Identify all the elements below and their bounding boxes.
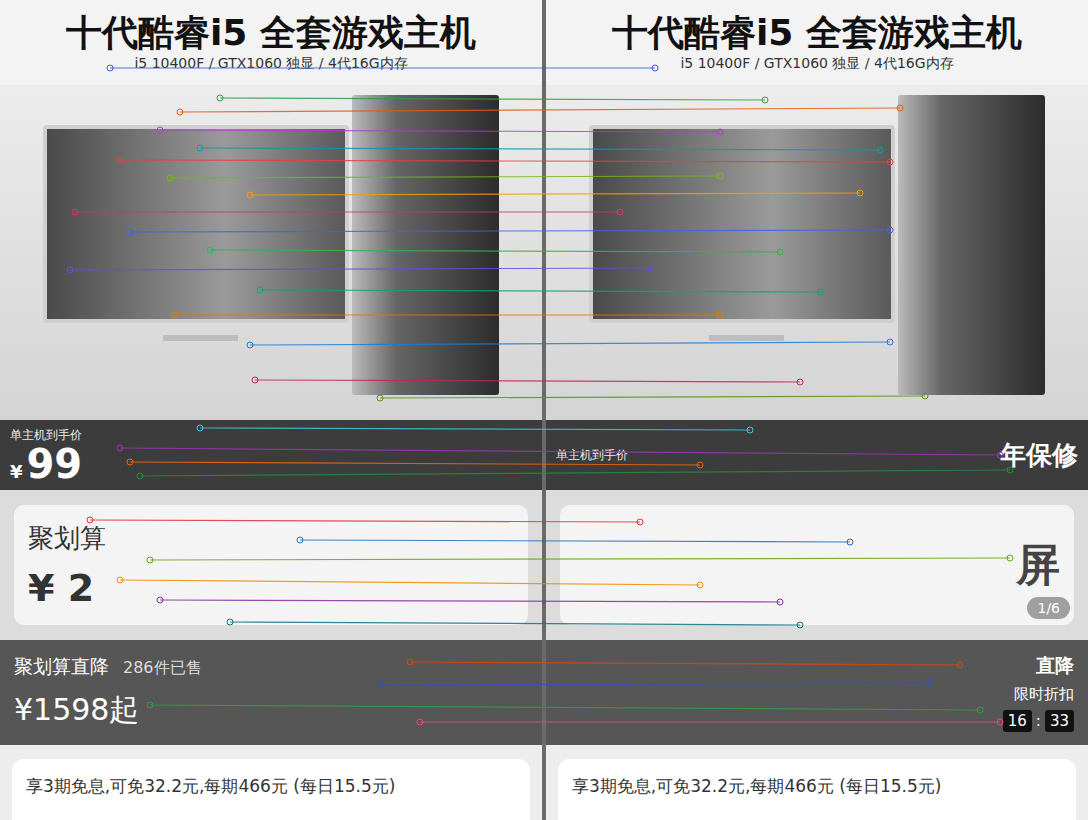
- price-value: ¥99: [10, 444, 82, 484]
- tower-shape: [898, 95, 1044, 395]
- match-line: [252, 377, 803, 385]
- price-group: 单主机到手价¥99: [10, 427, 82, 484]
- product-title: 十代酷睿i5 全套游戏主机: [66, 12, 476, 53]
- price-strip: 单主机到手价 年保修: [546, 420, 1088, 490]
- discount-label: 限时折扣: [1014, 685, 1074, 704]
- installment-card[interactable]: 享3期免息,可免32.2元,每期466元 (每日15.5元): [12, 759, 530, 820]
- price-label: 单主机到手价: [10, 427, 82, 444]
- warranty-text: 年保修: [1000, 438, 1078, 473]
- promo-price: ¥ 2: [28, 566, 106, 610]
- match-line: [247, 339, 893, 348]
- match-line: [197, 425, 753, 433]
- match-line: [72, 209, 623, 215]
- deal-left: 聚划算直降 286件已售 ¥1598起: [14, 654, 202, 731]
- comparison-view: 十代酷睿i5 全套游戏主机 i5 10400F / GTX1060 独显 / 4代…: [0, 0, 1088, 820]
- match-line: [67, 265, 653, 273]
- deal-bar: 直降限时折扣 16:33: [546, 640, 1088, 745]
- match-line: [297, 537, 853, 545]
- match-line: [177, 105, 903, 115]
- match-line: [157, 127, 723, 135]
- price-strip: 单主机到手价¥99: [0, 420, 542, 490]
- sold-count: 286件已售: [123, 658, 202, 679]
- product-photo: [546, 85, 1088, 420]
- installment-area: 享3期免息,可免32.2元,每期466元 (每日15.5元): [0, 745, 542, 820]
- match-line: [127, 459, 703, 468]
- monitor-stand-shape: [163, 335, 239, 341]
- tower-shape: [352, 95, 498, 395]
- match-line: [217, 95, 768, 103]
- product-photo: [0, 85, 542, 420]
- deal-bar: 聚划算直降 286件已售 ¥1598起: [0, 640, 542, 745]
- deal-top: 聚划算直降 286件已售: [14, 654, 202, 680]
- deal-right: 直降限时折扣 16:33: [1003, 653, 1074, 732]
- match-line: [417, 719, 1003, 725]
- match-line: [117, 577, 703, 588]
- promo-box[interactable]: 聚划算 ¥ 2: [14, 505, 528, 625]
- product-header: 十代酷睿i5 全套游戏主机 i5 10400F / GTX1060 独显 / 4代…: [0, 0, 542, 85]
- countdown-digit: 33: [1045, 710, 1074, 732]
- currency-symbol: ¥: [10, 461, 23, 482]
- match-line: [127, 227, 893, 235]
- match-line: [172, 312, 723, 318]
- promo-label: 聚划算: [28, 521, 106, 556]
- promo-right-text: 屏: [1016, 536, 1060, 595]
- promo-left: 聚划算 ¥ 2: [28, 521, 106, 610]
- monitor-stand-shape: [709, 335, 785, 341]
- product-header: 十代酷睿i5 全套游戏主机 i5 10400F / GTX1060 独显 / 4代…: [546, 0, 1088, 85]
- match-line: [157, 597, 783, 605]
- page-indicator: 1/6: [1027, 597, 1070, 619]
- match-line: [167, 173, 723, 181]
- price-group: 单主机到手价: [556, 447, 628, 464]
- monitor-shape: [43, 125, 349, 323]
- price-number: 99: [27, 444, 83, 484]
- match-line: [87, 517, 643, 525]
- match-line: [137, 467, 1013, 479]
- product-specs: i5 10400F / GTX1060 独显 / 4代16G内存: [680, 55, 953, 73]
- match-line: [117, 445, 1003, 458]
- match-line: [227, 619, 803, 628]
- match-line: [147, 702, 983, 713]
- match-line: [207, 247, 783, 255]
- product-title: 十代酷睿i5 全套游戏主机: [612, 12, 1022, 53]
- match-line: [197, 145, 883, 153]
- product-specs: i5 10400F / GTX1060 独显 / 4代16G内存: [134, 55, 407, 73]
- deal-price: ¥1598起: [14, 690, 202, 731]
- match-line: [377, 393, 928, 401]
- installment-area: 享3期免息,可免32.2元,每期466元 (每日15.5元): [546, 745, 1088, 820]
- match-line: [377, 680, 933, 688]
- promo-box[interactable]: 屏1/6: [560, 505, 1074, 625]
- countdown-separator: :: [1036, 712, 1041, 730]
- match-line: [107, 65, 658, 71]
- deal-label: 聚划算直降: [14, 654, 109, 680]
- match-line: [407, 659, 963, 668]
- product-panel: 十代酷睿i5 全套游戏主机 i5 10400F / GTX1060 独显 / 4代…: [0, 0, 542, 820]
- match-line: [257, 287, 823, 295]
- match-line: [117, 157, 893, 165]
- match-line: [247, 190, 863, 198]
- price-label: 单主机到手价: [556, 447, 628, 464]
- promo-banner: 屏1/6: [546, 490, 1088, 640]
- match-overlay: [0, 0, 1088, 820]
- match-line: [147, 555, 1013, 563]
- countdown-digit: 16: [1003, 710, 1032, 732]
- countdown: 16:33: [1003, 710, 1074, 732]
- promo-banner: 聚划算 ¥ 2: [0, 490, 542, 640]
- installment-card[interactable]: 享3期免息,可免32.2元,每期466元 (每日15.5元): [558, 759, 1076, 820]
- monitor-shape: [589, 125, 895, 323]
- product-panel: 十代酷睿i5 全套游戏主机 i5 10400F / GTX1060 独显 / 4代…: [546, 0, 1088, 820]
- deal-title: 直降: [1036, 653, 1074, 679]
